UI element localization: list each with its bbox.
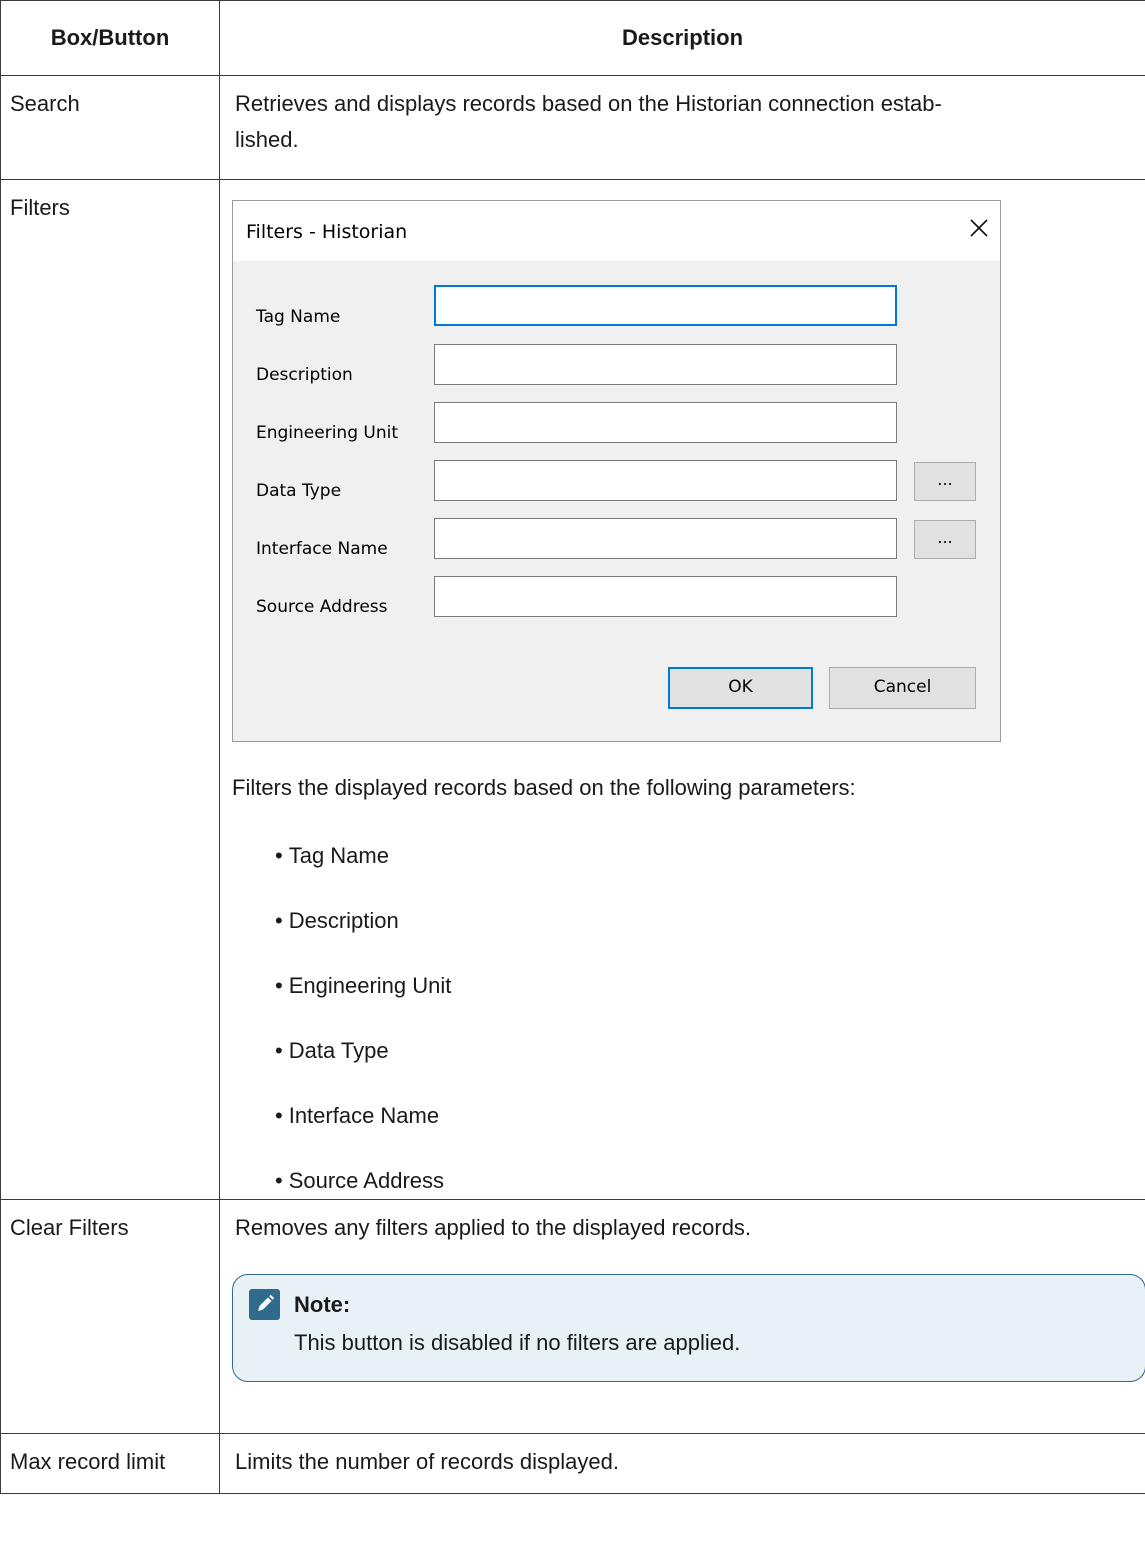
data-type-field[interactable]	[434, 460, 897, 501]
table-row: Filters Filters - Historian Tag Name Des…	[0, 179, 1145, 1200]
row-desc-search: Retrieves and displays records based on …	[219, 75, 1145, 180]
list-item: Source Address	[275, 1163, 1137, 1199]
list-item: Data Type	[275, 1033, 1137, 1069]
header-description: Description	[219, 0, 1145, 76]
table-row: Max record limit Limits the number of re…	[0, 1433, 1145, 1494]
data-type-label: Data Type	[256, 481, 342, 501]
row-desc-clear-filters: Removes any filters applied to the displ…	[219, 1199, 1145, 1434]
cancel-button[interactable]: Cancel	[829, 667, 976, 709]
tag-name-label: Tag Name	[256, 307, 341, 327]
list-item: Description	[275, 903, 1137, 939]
close-icon[interactable]	[964, 213, 994, 243]
tag-name-field[interactable]	[434, 285, 897, 326]
table-row: Clear Filters Removes any filters applie…	[0, 1199, 1145, 1434]
description-label: Description	[256, 365, 353, 385]
table-header-row: Box/Button Description	[0, 0, 1145, 76]
table-row: Search Retrieves and displays records ba…	[0, 75, 1145, 180]
search-desc-line1: Retrieves and displays records based on …	[235, 91, 942, 116]
note-box: Note: This button is disabled if no filt…	[232, 1274, 1145, 1382]
ok-button[interactable]: OK	[668, 667, 813, 709]
interface-name-browse-button[interactable]: ...	[914, 520, 976, 559]
row-desc-filters: Filters - Historian Tag Name Description…	[219, 179, 1145, 1200]
source-address-label: Source Address	[256, 597, 388, 617]
dialog-title: Filters - Historian	[246, 221, 408, 243]
dialog-title-bar: Filters - Historian	[233, 201, 1000, 261]
note-title: Note:	[294, 1292, 351, 1317]
filter-parameter-list: Tag Name Description Engineering Unit Da…	[235, 838, 1137, 1199]
engineering-unit-label: Engineering Unit	[256, 423, 399, 443]
pencil-icon	[249, 1289, 280, 1320]
header-box-button: Box/Button	[0, 0, 220, 76]
row-name-filters: Filters	[0, 179, 220, 1200]
data-type-browse-button[interactable]: ...	[914, 462, 976, 501]
filters-description: Filters the displayed records based on t…	[232, 775, 856, 800]
note-text: This button is disabled if no filters ar…	[294, 1330, 741, 1355]
list-item: Tag Name	[275, 838, 1137, 874]
clear-filters-description: Removes any filters applied to the displ…	[235, 1215, 752, 1240]
list-item: Engineering Unit	[275, 968, 1137, 1004]
interface-name-label: Interface Name	[256, 539, 388, 559]
row-name-clear-filters: Clear Filters	[0, 1199, 220, 1434]
filters-dialog: Filters - Historian Tag Name Description…	[232, 200, 1001, 742]
row-desc-max-record-limit: Limits the number of records displayed.	[219, 1433, 1145, 1494]
row-name-search: Search	[0, 75, 220, 180]
search-desc-line2: lished.	[235, 127, 299, 152]
description-table: Box/Button Description Search Retrieves …	[0, 0, 1145, 1494]
list-item: Interface Name	[275, 1098, 1137, 1134]
description-field[interactable]	[434, 344, 897, 385]
source-address-field[interactable]	[434, 576, 897, 617]
row-name-max-record-limit: Max record limit	[0, 1433, 220, 1494]
engineering-unit-field[interactable]	[434, 402, 897, 443]
interface-name-field[interactable]	[434, 518, 897, 559]
